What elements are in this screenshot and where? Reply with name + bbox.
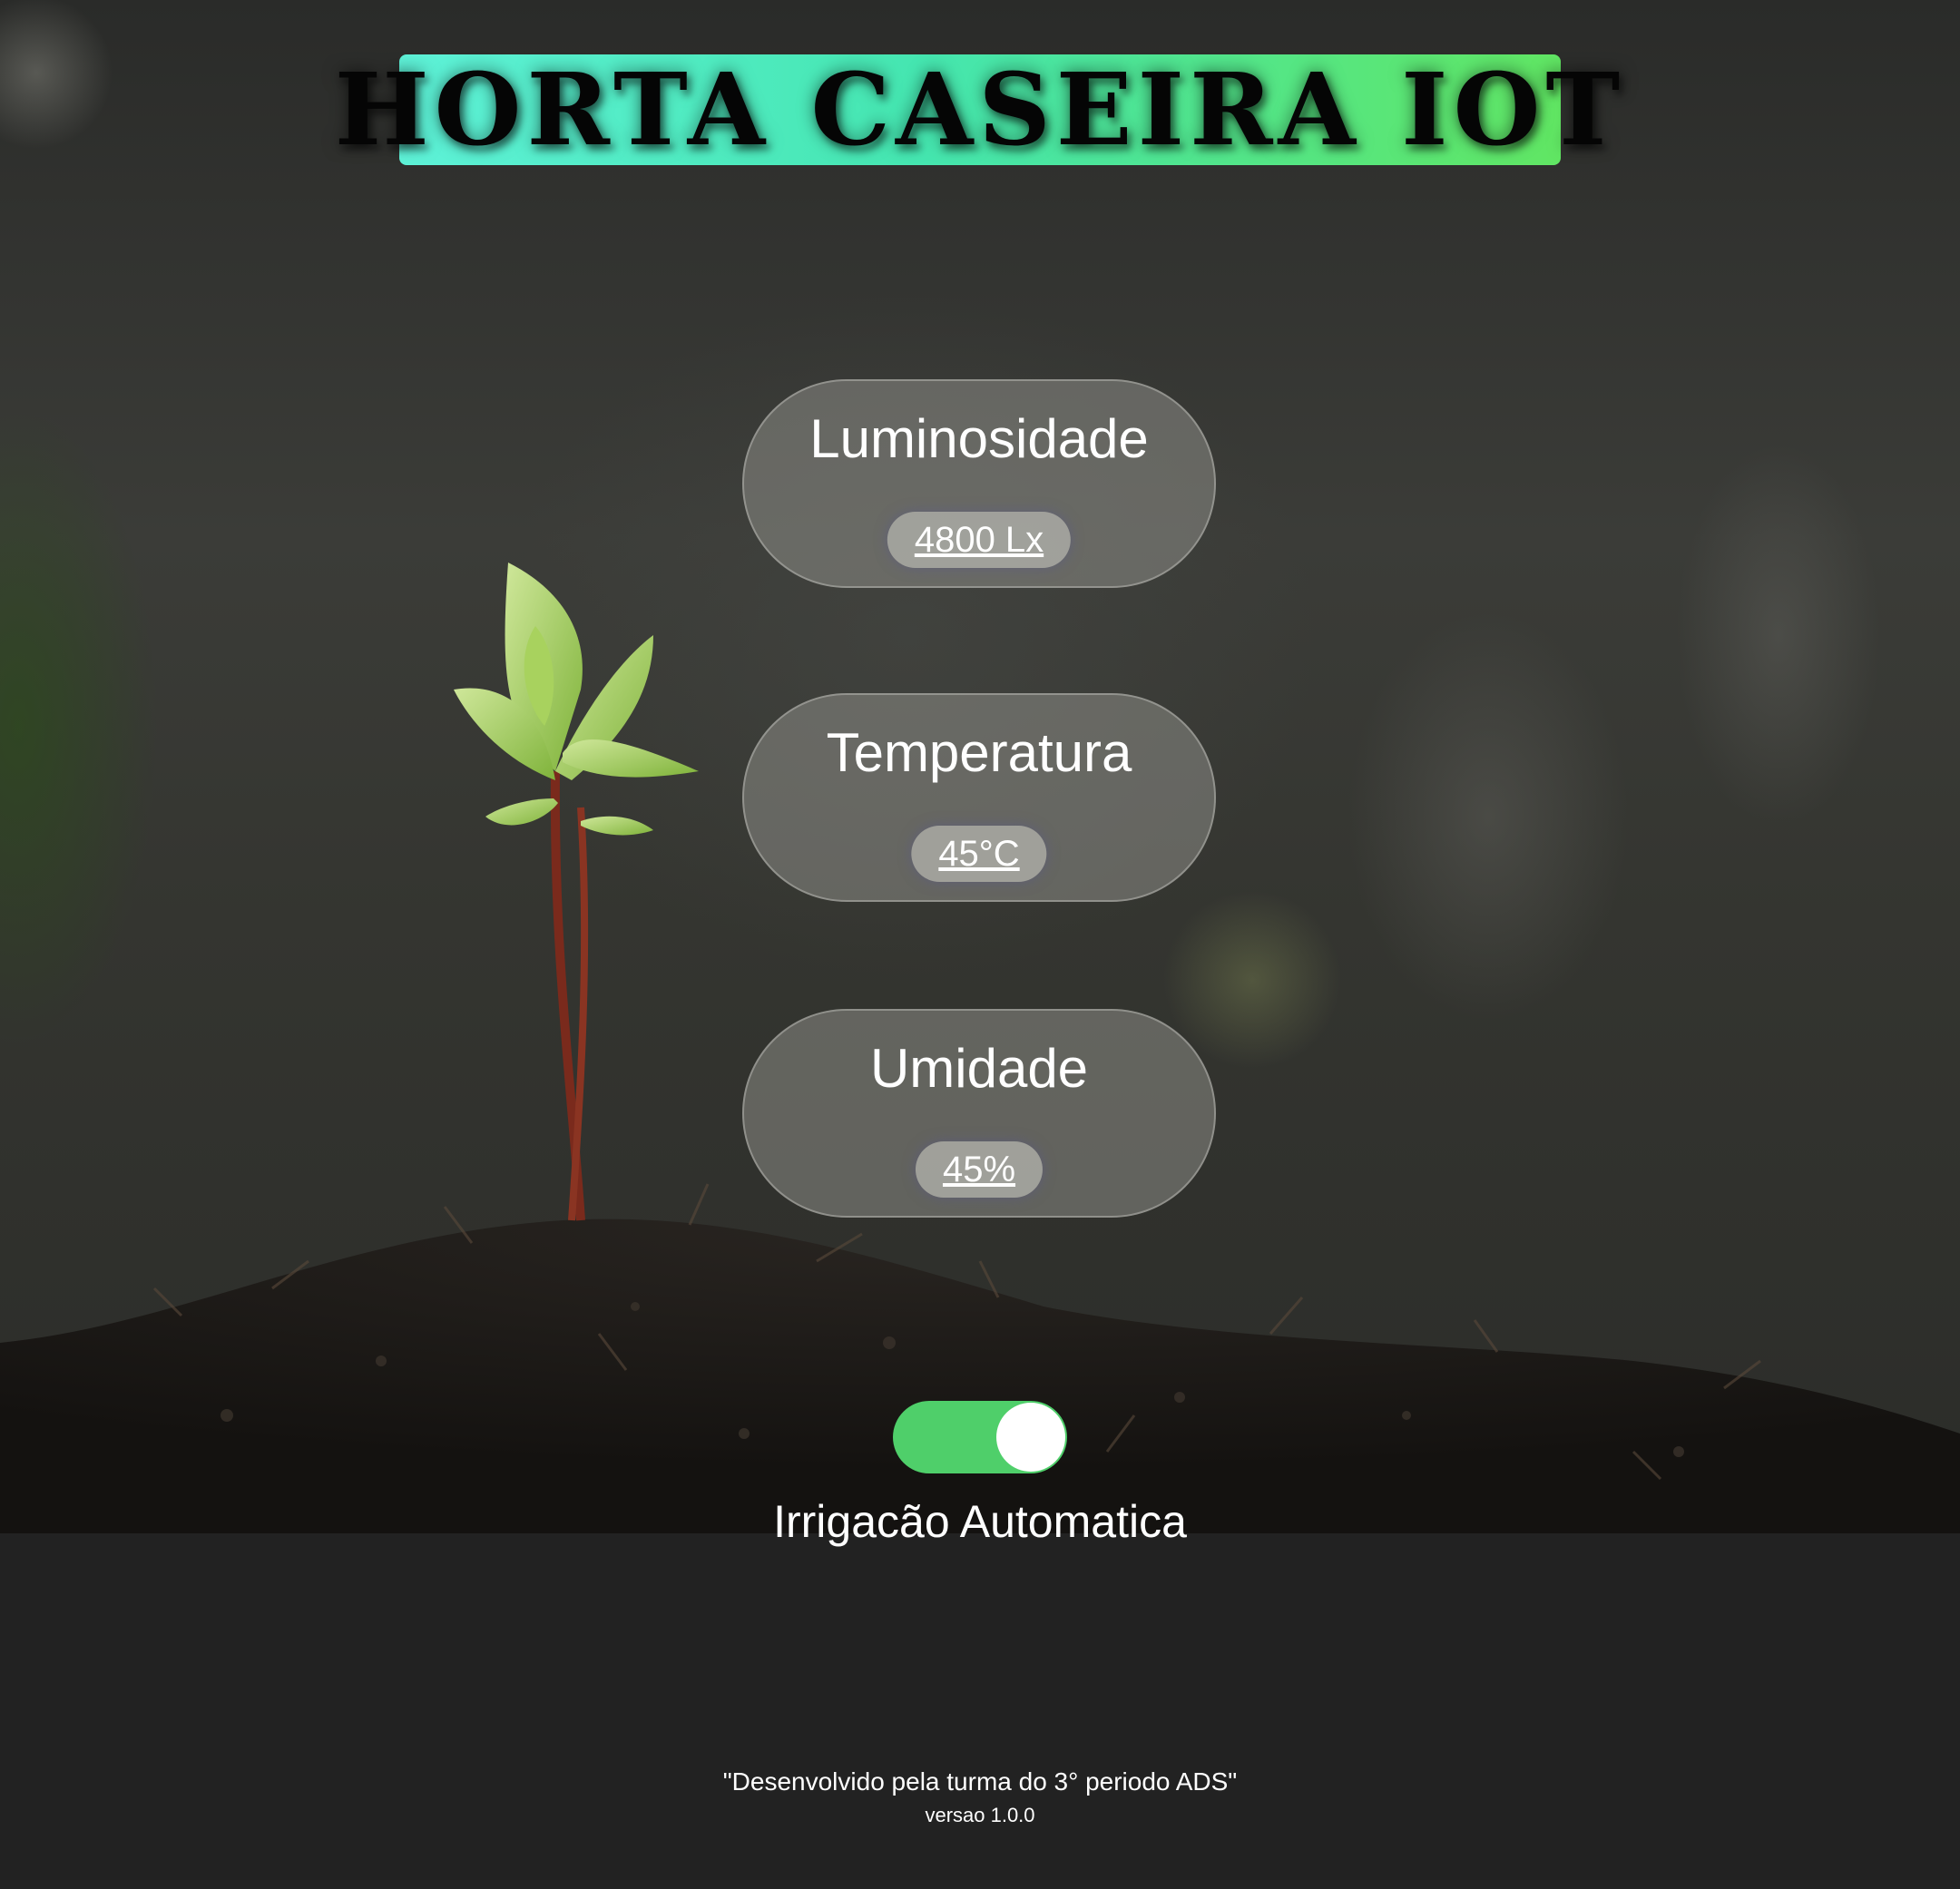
sensor-card-temperature: Temperatura 45°C <box>742 693 1216 902</box>
sensor-card-luminosity: Luminosidade 4800 Lx <box>742 379 1216 588</box>
sensor-value-luminosity[interactable]: 4800 Lx <box>887 512 1072 568</box>
toggle-knob <box>996 1403 1065 1472</box>
title-banner: HORTA CASEIRA IOT <box>335 54 1620 165</box>
sensor-label-temperature: Temperatura <box>826 722 1132 783</box>
sensor-value-temperature[interactable]: 45°C <box>911 826 1047 882</box>
page: HORTA CASEIRA IOT Luminosidade 4800 Lx T… <box>0 0 1960 1889</box>
sensor-value-humidity[interactable]: 45% <box>915 1141 1044 1198</box>
page-title: HORTA CASEIRA IOT <box>334 51 1626 168</box>
sensor-label-humidity: Umidade <box>869 1038 1089 1099</box>
footer-version: versao 1.0.0 <box>925 1804 1035 1826</box>
sensor-label-luminosity: Luminosidade <box>809 408 1149 469</box>
sensor-card-humidity: Umidade 45% <box>742 1009 1216 1218</box>
footer-credit: "Desenvolvido pela turma do 3° periodo A… <box>722 1767 1238 1796</box>
irrigation-toggle-label: Irrigacão Automatica <box>773 1496 1187 1547</box>
irrigation-toggle[interactable] <box>893 1401 1067 1473</box>
